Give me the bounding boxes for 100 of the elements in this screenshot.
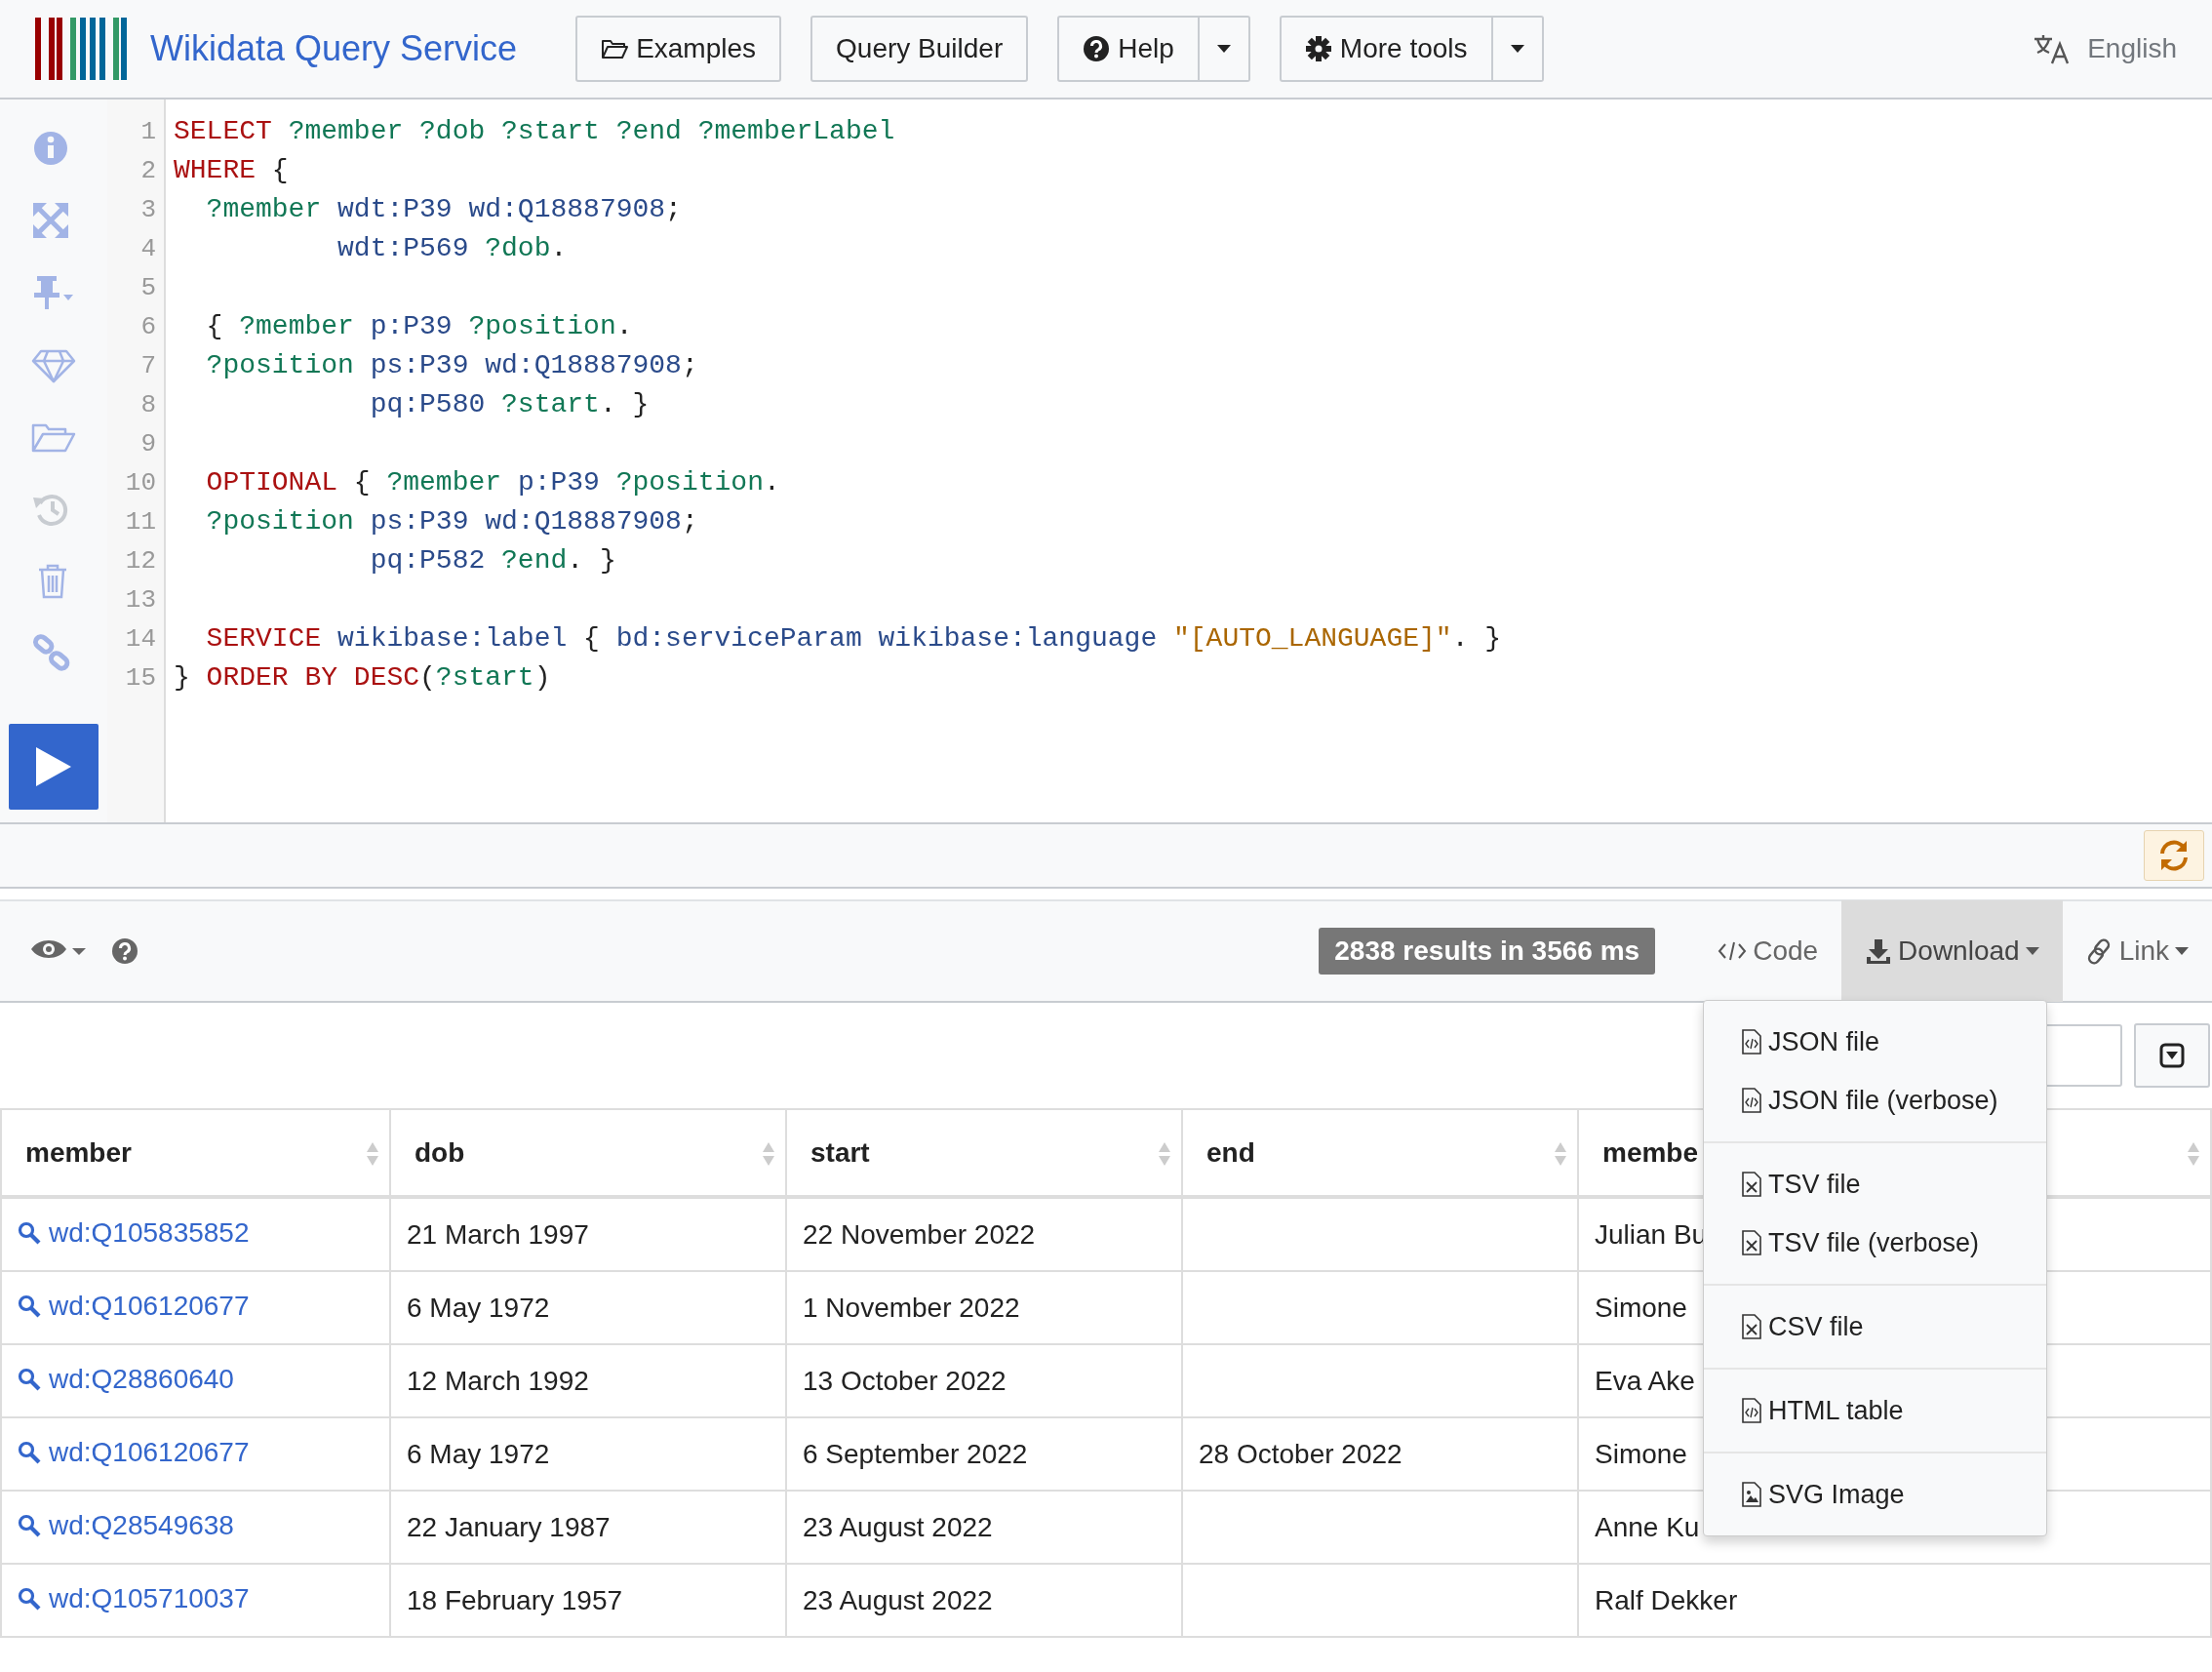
line-number: 2	[140, 155, 156, 187]
table-cell: 6 May 1972	[390, 1271, 786, 1344]
menu-item[interactable]: JSON file (verbose)	[1704, 1071, 2046, 1130]
search-icon	[18, 1441, 41, 1464]
code-button[interactable]: Code	[1694, 900, 1842, 1002]
line-number: 7	[140, 350, 156, 382]
table-cell: 21 March 1997	[390, 1197, 786, 1271]
line-number: 3	[140, 194, 156, 226]
table-cell: 28 October 2022	[1182, 1417, 1578, 1491]
menu-item[interactable]: TSV file (verbose)	[1704, 1214, 2046, 1272]
pin-icon[interactable]	[31, 273, 76, 312]
line-number: 9	[140, 428, 156, 460]
column-header[interactable]: dob	[390, 1109, 786, 1197]
search-icon	[18, 1368, 41, 1391]
file-icon	[1741, 1482, 1762, 1507]
item-link[interactable]: wd:Q28549638	[18, 1510, 234, 1541]
gear-icon	[1304, 35, 1332, 62]
help-icon	[1083, 35, 1111, 62]
item-link[interactable]: wd:Q28860640	[18, 1364, 234, 1395]
run-button[interactable]	[9, 724, 99, 810]
code-line: ?position ps:P39 wd:Q18887908;	[205, 349, 699, 382]
file-icon	[1741, 1314, 1762, 1339]
refresh-button[interactable]	[2144, 830, 2204, 881]
code-line: } ORDER BY DESC(?start)	[174, 661, 552, 695]
header-button[interactable]: Help	[1057, 16, 1200, 82]
table-cell: 23 August 2022	[786, 1564, 1182, 1637]
caret-icon	[1510, 45, 1524, 53]
caret-icon	[2175, 947, 2189, 955]
code-line: pq:P580 ?start. }	[369, 388, 651, 421]
column-header[interactable]: end	[1182, 1109, 1578, 1197]
line-number: 14	[125, 623, 156, 656]
code-line: SELECT ?member ?dob ?start ?end ?memberLabel	[174, 115, 896, 148]
file-icon	[1741, 1172, 1762, 1197]
code-line: pq:P582 ?end. }	[369, 544, 617, 577]
table-cell: 23 August 2022	[786, 1491, 1182, 1564]
file-icon	[1741, 1230, 1762, 1255]
line-number: 1	[140, 116, 156, 148]
line-number: 13	[125, 584, 156, 617]
code-line: SERVICE wikibase:label { bd:serviceParam wikibase:language "[AUTO_LANGUAGE]". }	[205, 622, 1503, 656]
dropdown-icon	[2159, 1043, 2185, 1068]
code-line: ?position ps:P39 wd:Q18887908;	[205, 505, 699, 538]
header-button[interactable]: Query Builder	[810, 16, 1029, 82]
line-number: 11	[125, 506, 156, 538]
search-icon	[18, 1514, 41, 1537]
app-title[interactable]: Wikidata Query Service	[150, 28, 518, 69]
refresh-icon	[2157, 839, 2191, 872]
dropdown-toggle[interactable]	[1492, 16, 1544, 82]
code-line: ?member wdt:P39 wd:Q18887908;	[205, 193, 683, 226]
item-link[interactable]: wd:Q105710037	[18, 1583, 250, 1614]
header-button[interactable]: Examples	[575, 16, 782, 82]
line-number: 8	[140, 389, 156, 421]
line-number: 10	[125, 467, 156, 499]
code-icon	[1718, 940, 1748, 962]
sort-icon[interactable]	[2187, 1140, 2200, 1168]
download-button[interactable]: Download	[1841, 900, 2063, 1002]
sort-icon[interactable]	[366, 1140, 379, 1168]
folder-icon	[601, 37, 629, 60]
result-count-badge: 2838 results in 3566 ms	[1319, 928, 1656, 975]
search-icon	[18, 1587, 41, 1611]
table-cell: 1 November 2022	[786, 1271, 1182, 1344]
item-link[interactable]: wd:Q106120677	[18, 1437, 250, 1468]
help-icon[interactable]	[111, 937, 138, 965]
code-line: WHERE {	[174, 154, 290, 187]
file-icon	[1741, 1029, 1762, 1055]
table-cell: 13 October 2022	[786, 1344, 1182, 1417]
code-line: OPTIONAL { ?member p:P39 ?position.	[205, 466, 781, 499]
table-cell: Ralf Dekker	[1578, 1564, 2211, 1637]
column-header[interactable]: start	[786, 1109, 1182, 1197]
menu-item[interactable]: JSON file	[1704, 1013, 2046, 1071]
column-header[interactable]: member	[1, 1109, 390, 1197]
caret-icon	[1216, 45, 1231, 53]
sort-icon[interactable]	[1158, 1140, 1171, 1168]
link-button[interactable]: Link	[2062, 900, 2212, 1002]
sort-icon[interactable]	[1554, 1140, 1567, 1168]
line-number: 6	[140, 311, 156, 343]
item-link[interactable]: wd:Q106120677	[18, 1291, 250, 1322]
search-icon	[18, 1221, 41, 1245]
language-selector[interactable]: English	[2087, 33, 2177, 64]
file-icon	[1741, 1088, 1762, 1113]
play-icon	[34, 745, 73, 788]
line-number: 4	[140, 233, 156, 265]
sort-icon[interactable]	[762, 1140, 775, 1168]
table-cell: 6 May 1972	[390, 1417, 786, 1491]
code-line: { ?member p:P39 ?position.	[205, 310, 634, 343]
line-number: 12	[125, 545, 156, 577]
code-line: wdt:P569 ?dob.	[336, 232, 569, 265]
dropdown-toggle[interactable]	[1199, 16, 1250, 82]
table-cell: 6 September 2022	[786, 1417, 1182, 1491]
table-cell: 12 March 1992	[390, 1344, 786, 1417]
header-button[interactable]: More tools	[1279, 16, 1493, 82]
table-cell: 18 February 1957	[390, 1564, 786, 1637]
table-cell: 22 November 2022	[786, 1197, 1182, 1271]
table-cell: 22 January 1987	[390, 1491, 786, 1564]
file-icon	[1741, 1398, 1762, 1423]
line-number: 15	[125, 662, 156, 695]
filter-button[interactable]	[2134, 1023, 2210, 1088]
download-icon	[1865, 937, 1893, 965]
caret-icon	[2025, 947, 2039, 955]
line-number: 5	[140, 272, 156, 304]
item-link[interactable]: wd:Q105835852	[18, 1217, 250, 1249]
